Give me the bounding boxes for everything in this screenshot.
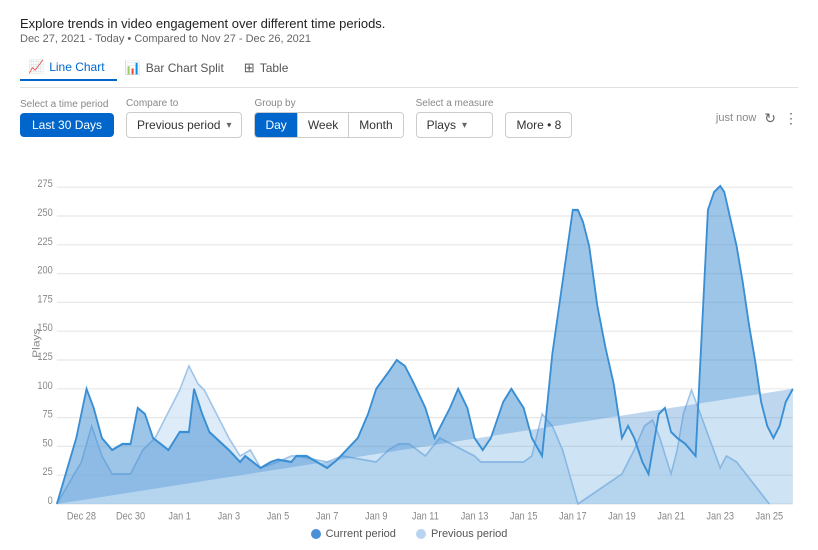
legend-current: Current period <box>311 528 396 540</box>
svg-text:125: 125 <box>37 351 53 363</box>
svg-text:Jan 23: Jan 23 <box>706 511 734 522</box>
chart-svg-wrapper: Plays 0 25 50 75 100 125 150 175 200 225… <box>20 150 798 522</box>
svg-text:Jan 21: Jan 21 <box>657 511 685 522</box>
svg-text:50: 50 <box>43 438 54 450</box>
group-by-control: Group by Day Week Month <box>254 98 403 138</box>
svg-text:Dec 28: Dec 28 <box>67 511 97 522</box>
svg-text:Jan 7: Jan 7 <box>316 511 339 522</box>
previous-period-dot <box>416 529 426 539</box>
timestamp-label: just now <box>716 112 756 124</box>
compare-to-dropdown[interactable]: Previous period ▾ <box>126 112 242 138</box>
line-chart-icon: 📈 <box>28 59 44 75</box>
svg-text:75: 75 <box>43 409 54 421</box>
measure-control: Select a measure Plays ▾ <box>416 98 494 138</box>
svg-text:Jan 11: Jan 11 <box>412 511 439 522</box>
group-by-button-group: Day Week Month <box>254 112 403 138</box>
page-subtitle: Dec 27, 2021 - Today • Compared to Nov 2… <box>20 33 798 45</box>
chevron-down-icon: ▾ <box>226 120 231 131</box>
svg-text:175: 175 <box>37 294 53 306</box>
chart-area: Plays 0 25 50 75 100 125 150 175 200 225… <box>20 150 798 522</box>
page-title: Explore trends in video engagement over … <box>20 16 798 31</box>
chart-type-tabs: 📈 Line Chart 📊 Bar Chart Split ⊞ Table <box>20 55 798 88</box>
svg-text:100: 100 <box>37 380 53 392</box>
right-controls: just now ↻ ⋮ <box>716 110 798 127</box>
group-by-day[interactable]: Day <box>255 113 297 137</box>
group-by-month[interactable]: Month <box>349 113 402 137</box>
compare-to-control: Compare to Previous period ▾ <box>126 98 242 138</box>
svg-text:250: 250 <box>37 207 53 219</box>
svg-text:Jan 9: Jan 9 <box>365 511 388 522</box>
bar-chart-icon: 📊 <box>125 60 141 76</box>
svg-text:0: 0 <box>48 495 54 507</box>
group-by-week[interactable]: Week <box>298 113 349 137</box>
table-icon: ⊞ <box>244 60 255 76</box>
current-period-dot <box>311 529 321 539</box>
chart-svg: Plays 0 25 50 75 100 125 150 175 200 225… <box>20 150 798 522</box>
legend-previous: Previous period <box>416 528 507 540</box>
svg-text:Jan 17: Jan 17 <box>559 511 587 522</box>
chevron-down-icon: ▾ <box>462 120 467 131</box>
svg-text:150: 150 <box>37 323 53 335</box>
svg-text:Jan 13: Jan 13 <box>461 511 489 522</box>
svg-text:Jan 1: Jan 1 <box>168 511 191 522</box>
svg-text:25: 25 <box>43 467 54 479</box>
tab-bar-chart-split[interactable]: 📊 Bar Chart Split <box>117 56 236 80</box>
svg-text:225: 225 <box>37 236 53 248</box>
refresh-icon[interactable]: ↻ <box>764 110 776 127</box>
more-button[interactable]: More • 8 <box>505 112 572 138</box>
controls-row: Select a time period Last 30 Days Compar… <box>20 98 798 138</box>
svg-text:Jan 19: Jan 19 <box>608 511 636 522</box>
tab-table[interactable]: ⊞ Table <box>236 56 301 80</box>
x-axis-group: Dec 28 Dec 30 Jan 1 Jan 3 Jan 5 Jan 7 Ja… <box>67 511 784 522</box>
svg-text:Jan 5: Jan 5 <box>267 511 290 522</box>
measure-dropdown[interactable]: Plays ▾ <box>416 112 494 138</box>
tab-line-chart[interactable]: 📈 Line Chart <box>20 55 117 81</box>
svg-text:275: 275 <box>37 179 53 191</box>
svg-text:Dec 30: Dec 30 <box>116 511 146 522</box>
current-period-area <box>57 186 793 504</box>
svg-text:200: 200 <box>37 265 53 277</box>
svg-text:Jan 15: Jan 15 <box>510 511 538 522</box>
svg-text:Jan 3: Jan 3 <box>218 511 241 522</box>
time-period-button[interactable]: Last 30 Days <box>20 113 114 137</box>
svg-text:Jan 25: Jan 25 <box>756 511 784 522</box>
more-options-icon[interactable]: ⋮ <box>784 110 798 127</box>
chart-legend: Current period Previous period <box>20 528 798 540</box>
more-control: More • 8 <box>505 98 572 138</box>
time-period-control: Select a time period Last 30 Days <box>20 99 114 137</box>
